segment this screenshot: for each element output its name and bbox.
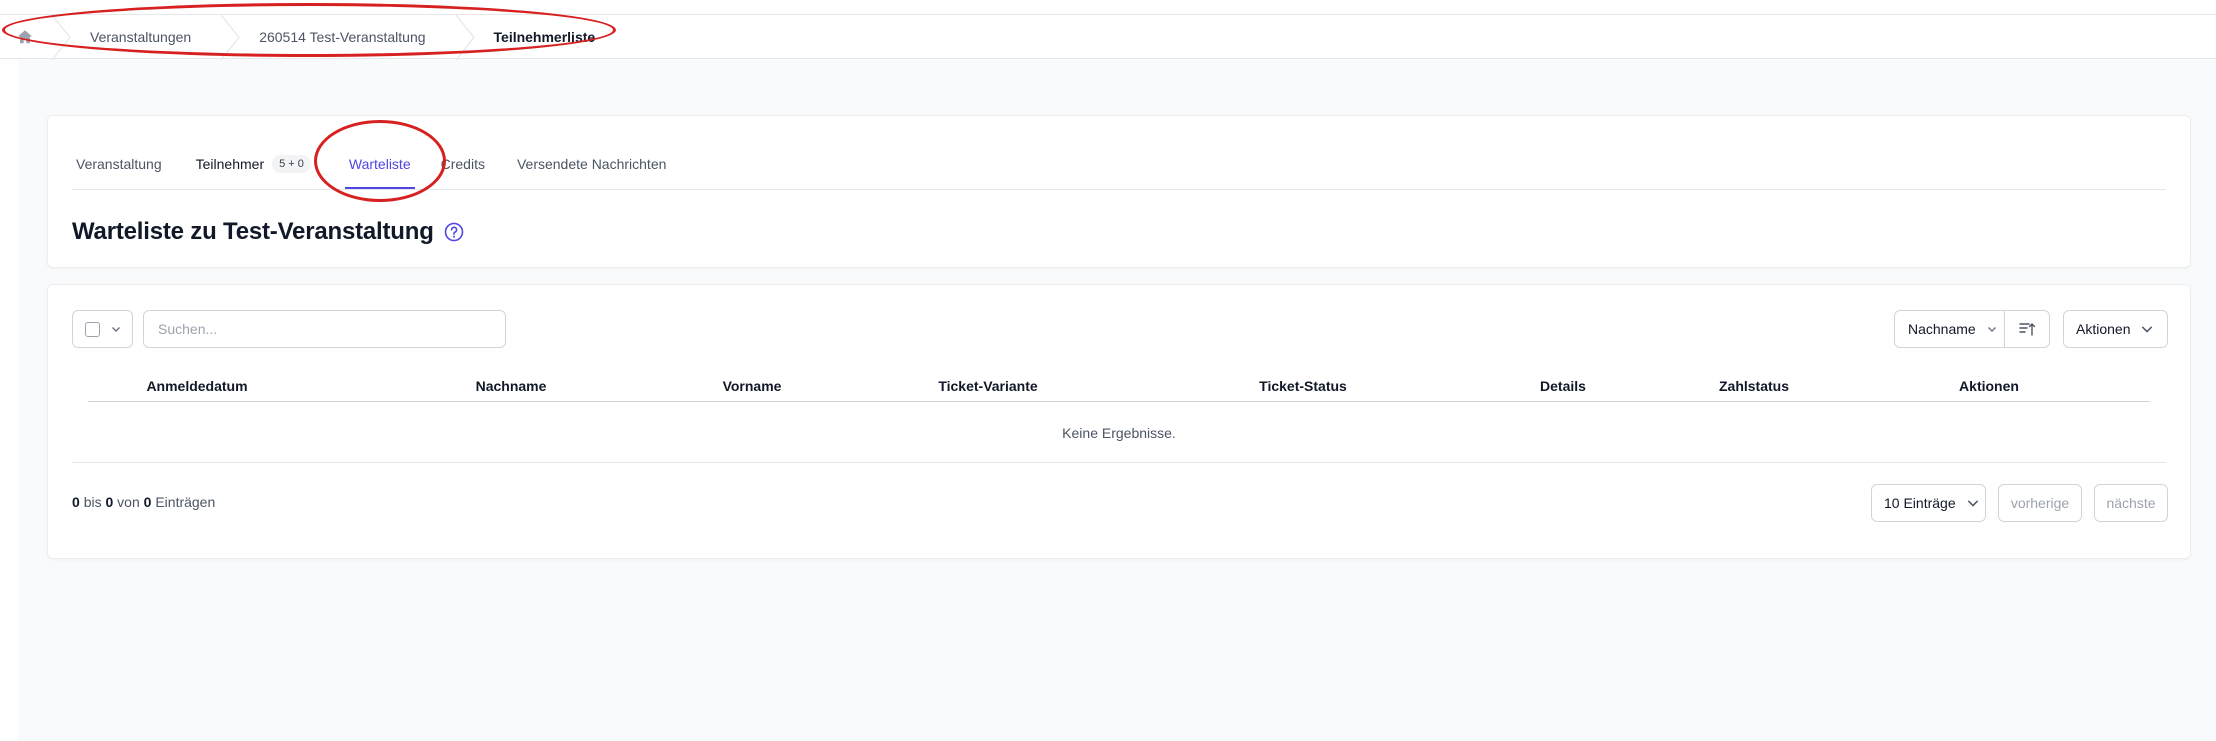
page-title: Warteliste zu Test-Veranstaltung (72, 218, 464, 246)
table-header: Anmeldedatum Nachname Vorname Ticket-Var… (88, 370, 2150, 402)
page-size-select[interactable]: 10 Einträge (1871, 484, 1986, 522)
column-header-zahlstatus[interactable]: Zahlstatus (1719, 378, 1789, 394)
tab-warteliste[interactable]: Warteliste (344, 140, 415, 189)
header-card: Veranstaltung Teilnehmer 5 + 0 Wartelist… (47, 115, 2191, 268)
tab-label: Warteliste (348, 155, 411, 172)
pagination-text: von (117, 494, 140, 510)
previous-page-label: vorherige (2010, 495, 2070, 511)
breadcrumb-item-event[interactable]: 260514 Test-Veranstaltung (243, 15, 453, 58)
breadcrumb-home[interactable] (0, 15, 50, 58)
pagination-text: Einträgen (155, 494, 216, 510)
sort-field-label: Nachname (1908, 321, 1976, 337)
column-header-vorname[interactable]: Vorname (723, 378, 782, 394)
breadcrumb-item-events[interactable]: Veranstaltungen (74, 15, 219, 58)
column-header-anmeldedatum[interactable]: Anmeldedatum (146, 378, 247, 394)
column-header-aktionen[interactable]: Aktionen (1959, 378, 2019, 394)
breadcrumb-separator (219, 15, 243, 60)
sort-direction-button[interactable] (2004, 310, 2050, 348)
breadcrumb-separator (454, 15, 478, 60)
next-page-button[interactable]: nächste (2094, 484, 2168, 522)
column-header-details[interactable]: Details (1540, 378, 1586, 394)
tab-veranstaltung[interactable]: Veranstaltung (72, 140, 166, 189)
breadcrumb-label: Teilnehmerliste (493, 28, 596, 45)
breadcrumb-item-participant-list[interactable]: Teilnehmerliste (478, 15, 624, 58)
table-card: Nachname Aktionen Anmeldedatum Nachname … (47, 284, 2191, 559)
next-page-label: nächste (2106, 495, 2156, 511)
pagination-total: 0 (143, 494, 152, 510)
empty-state-row: Keine Ergebnisse. (72, 403, 2166, 463)
select-all-checkbox[interactable] (85, 321, 100, 337)
previous-page-button[interactable]: vorherige (1998, 484, 2082, 522)
pagination-to: 0 (105, 494, 114, 510)
tab-credits[interactable]: Credits (437, 140, 489, 189)
breadcrumb-separator (50, 15, 74, 60)
page-title-text: Warteliste zu Test-Veranstaltung (72, 218, 434, 245)
chevron-down-icon (1966, 496, 1980, 510)
breadcrumb-label: 260514 Test-Veranstaltung (259, 28, 426, 45)
tab-label: Credits (440, 155, 485, 172)
tab-versendete-nachrichten[interactable]: Versendete Nachrichten (513, 140, 670, 189)
column-header-nachname[interactable]: Nachname (476, 378, 547, 394)
search-input[interactable] (143, 310, 506, 348)
actions-label: Aktionen (2076, 321, 2131, 337)
page-size-label: 10 Einträge (1884, 495, 1956, 511)
column-header-ticket-variante[interactable]: Ticket-Variante (938, 378, 1037, 394)
sort-field-select[interactable]: Nachname (1894, 310, 2005, 348)
tab-bar: Veranstaltung Teilnehmer 5 + 0 Wartelist… (72, 140, 2166, 190)
sort-ascending-icon (2018, 320, 2036, 338)
pagination-info: 0 bis 0 von 0 Einträgen (72, 494, 215, 510)
bulk-select-dropdown[interactable] (72, 310, 133, 348)
tab-label: Teilnehmer (195, 155, 265, 172)
breadcrumb-label: Veranstaltungen (90, 28, 192, 45)
chevron-down-icon (2140, 322, 2154, 336)
column-header-ticket-status[interactable]: Ticket-Status (1259, 378, 1347, 394)
tab-teilnehmer[interactable]: Teilnehmer 5 + 0 (192, 140, 315, 189)
count-badge: 5 + 0 (272, 154, 311, 173)
chevron-down-icon (1986, 323, 1998, 335)
breadcrumb: Veranstaltungen 260514 Test-Veranstaltun… (0, 14, 2216, 60)
empty-state-text: Keine Ergebnisse. (1062, 424, 1176, 441)
pagination-from: 0 (72, 494, 80, 510)
actions-dropdown[interactable]: Aktionen (2063, 310, 2168, 348)
chevron-down-icon (110, 323, 122, 335)
tab-label: Veranstaltung (76, 155, 162, 172)
tab-label: Versendete Nachrichten (516, 155, 667, 172)
help-icon[interactable] (444, 222, 464, 242)
pagination-text: bis (83, 494, 102, 510)
home-icon (16, 28, 34, 46)
